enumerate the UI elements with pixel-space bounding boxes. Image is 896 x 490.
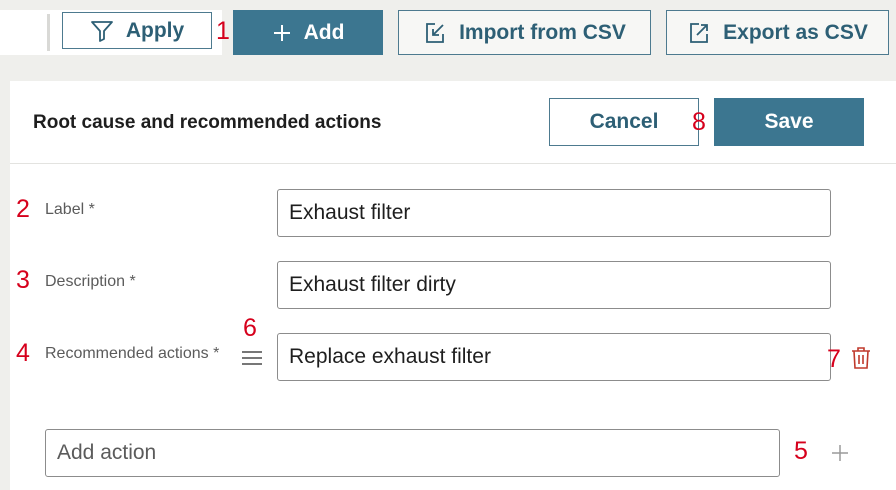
add-label: Add	[303, 20, 345, 44]
export-icon	[687, 21, 711, 45]
panel-title: Root cause and recommended actions	[33, 112, 382, 133]
annotation-1: 1	[216, 17, 230, 45]
filter-icon	[90, 20, 114, 42]
drag-handle-icon[interactable]	[239, 346, 265, 370]
apply-label: Apply	[125, 18, 185, 42]
description-field-label: Description *	[45, 273, 136, 290]
import-label: Import from CSV	[459, 20, 626, 44]
apply-button[interactable]: Apply	[62, 12, 212, 49]
annotation-6: 6	[243, 314, 257, 342]
annotation-8: 8	[692, 108, 706, 136]
label-input[interactable]	[277, 189, 831, 237]
add-plus-icon[interactable]	[828, 441, 852, 465]
trash-icon[interactable]	[848, 344, 874, 372]
add-action-input[interactable]	[45, 429, 780, 477]
description-input[interactable]	[277, 261, 831, 309]
import-csv-button[interactable]: Import from CSV	[398, 10, 651, 55]
plus-icon	[272, 23, 292, 43]
recommended-action-input[interactable]	[277, 333, 831, 381]
recommended-actions-label: Recommended actions *	[45, 345, 220, 362]
annotation-7: 7	[827, 345, 841, 373]
annotation-5: 5	[794, 437, 808, 465]
root-cause-panel: Root cause and recommended actions Cance…	[10, 81, 896, 490]
toolbar-separator	[47, 14, 50, 51]
save-button[interactable]: Save	[714, 98, 864, 146]
export-csv-button[interactable]: Export as CSV	[666, 10, 889, 55]
annotation-2: 2	[16, 195, 30, 223]
cancel-button[interactable]: Cancel	[549, 98, 699, 146]
annotation-3: 3	[16, 266, 30, 294]
add-button[interactable]: Add	[233, 10, 383, 55]
label-field-label: Label *	[45, 201, 95, 218]
annotation-4: 4	[16, 339, 30, 367]
import-icon	[423, 21, 447, 45]
export-label: Export as CSV	[723, 20, 868, 44]
panel-header: Root cause and recommended actions Cance…	[10, 81, 896, 164]
